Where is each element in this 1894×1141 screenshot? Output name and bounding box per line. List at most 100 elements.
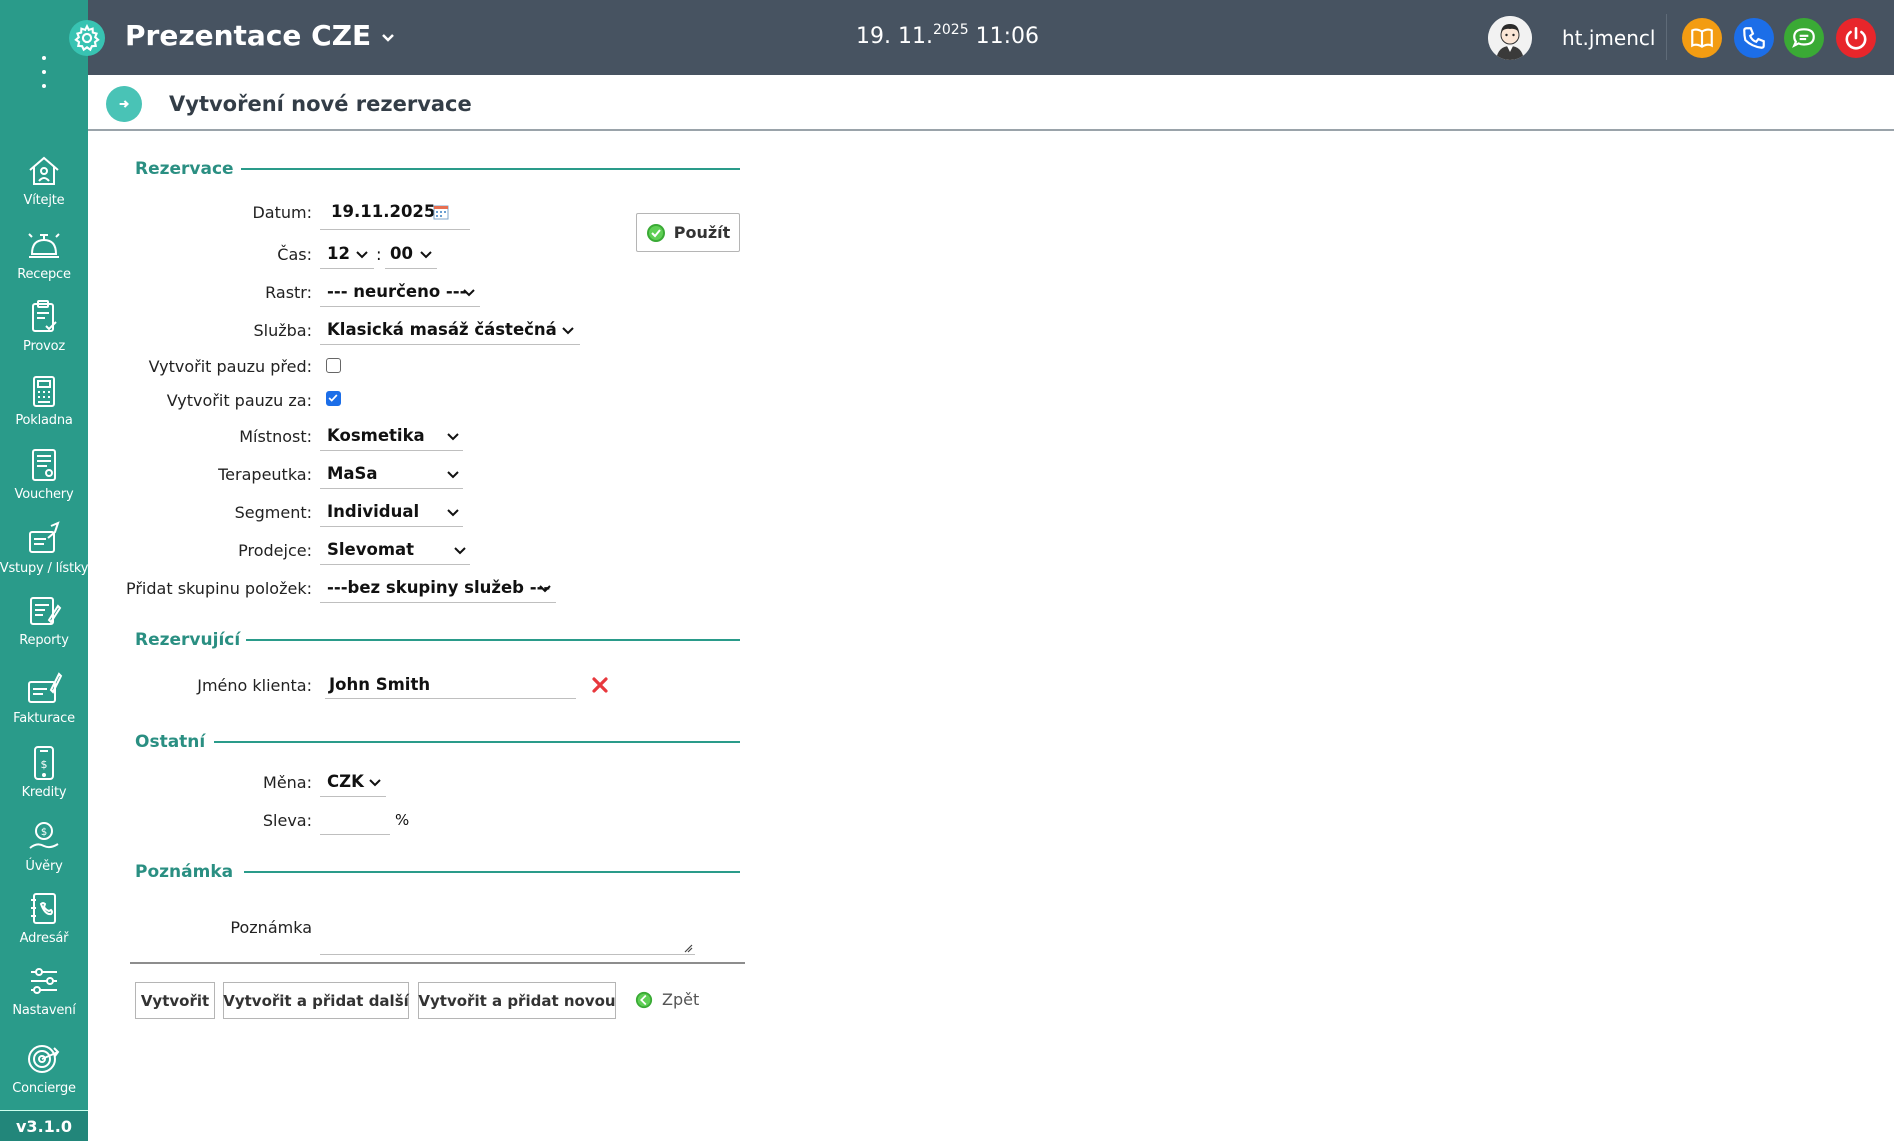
chevron-down-icon[interactable] bbox=[420, 251, 432, 259]
room-label: Místnost: bbox=[239, 427, 312, 446]
client-name-field[interactable]: John Smith bbox=[329, 675, 430, 694]
chevron-down-icon[interactable] bbox=[447, 509, 459, 517]
phone-button[interactable] bbox=[1734, 18, 1774, 58]
sliders-icon bbox=[31, 968, 57, 994]
segment-select[interactable]: Individual bbox=[327, 502, 419, 521]
chat-button[interactable] bbox=[1784, 18, 1824, 58]
avatar[interactable] bbox=[1488, 16, 1532, 60]
chevron-down-icon[interactable] bbox=[380, 30, 396, 46]
grid-select[interactable]: --- neurčeno --- bbox=[327, 282, 466, 301]
form-footer-divider bbox=[130, 962, 745, 964]
chevron-down-icon[interactable] bbox=[562, 327, 574, 335]
phone-icon bbox=[1743, 27, 1765, 49]
calendar-icon[interactable] bbox=[433, 204, 449, 220]
date-field[interactable]: 19.11.2025 bbox=[331, 202, 435, 221]
service-select[interactable]: Klasická masáž částečná bbox=[327, 320, 557, 339]
section-divider bbox=[214, 741, 740, 743]
sidebar-item-label: Provoz bbox=[23, 339, 65, 354]
therapist-label: Terapeutka: bbox=[218, 465, 312, 484]
collapse-button[interactable] bbox=[106, 86, 142, 122]
currency-select[interactable]: CZK bbox=[327, 772, 364, 791]
field-underline bbox=[320, 229, 470, 230]
minute-select[interactable]: 00 bbox=[390, 244, 413, 263]
hour-select[interactable]: 12 bbox=[327, 244, 350, 263]
sidebar-item-nastaveni[interactable]: Nastavení bbox=[0, 962, 88, 1032]
field-underline bbox=[320, 796, 386, 797]
back-link-label: Zpět bbox=[662, 990, 700, 1009]
logout-button[interactable] bbox=[1836, 18, 1876, 58]
pause-after-label: Vytvořit pauzu za: bbox=[166, 391, 312, 410]
chevron-down-icon[interactable] bbox=[447, 433, 459, 441]
time-separator: : bbox=[376, 245, 382, 264]
field-underline bbox=[325, 698, 576, 699]
service-label: Služba: bbox=[253, 321, 313, 340]
therapist-select[interactable]: MaSa bbox=[327, 464, 378, 483]
note-textarea[interactable] bbox=[322, 915, 695, 953]
field-underline bbox=[320, 526, 463, 527]
page-header: Vytvoření nové rezervace bbox=[88, 75, 1894, 131]
seller-label: Prodejce: bbox=[238, 541, 312, 560]
more-menu-icon[interactable] bbox=[35, 56, 53, 88]
sidebar-item-label: Reporty bbox=[19, 633, 69, 648]
sidebar-item-label: Úvěry bbox=[25, 859, 63, 874]
manual-button[interactable] bbox=[1682, 18, 1722, 58]
gear-icon bbox=[74, 24, 100, 52]
app-title: Prezentace CZE bbox=[125, 19, 372, 52]
concierge-target-icon bbox=[28, 1045, 60, 1073]
chevron-down-icon[interactable] bbox=[369, 779, 381, 787]
book-icon bbox=[1691, 28, 1713, 48]
discount-unit: % bbox=[395, 811, 410, 829]
chevron-down-icon[interactable] bbox=[539, 585, 551, 593]
chevron-down-icon[interactable] bbox=[447, 471, 459, 479]
sidebar-item-reporty[interactable]: Reporty bbox=[0, 592, 88, 662]
seller-select[interactable]: Slevomat bbox=[327, 540, 414, 559]
segment-label: Segment: bbox=[234, 503, 312, 522]
apply-button[interactable]: Použít bbox=[636, 213, 740, 252]
settings-logo[interactable] bbox=[69, 20, 105, 56]
field-underline bbox=[320, 488, 463, 489]
section-title-note: Poznámka bbox=[135, 862, 234, 882]
create-add-another-button[interactable]: Vytvořit a přidat další bbox=[223, 982, 409, 1019]
section-title-other: Ostatní bbox=[135, 732, 206, 752]
pause-after-checkbox[interactable] bbox=[326, 391, 341, 406]
create-button[interactable]: Vytvořit bbox=[135, 982, 215, 1019]
field-underline bbox=[385, 268, 437, 269]
section-divider bbox=[246, 639, 740, 641]
discount-label: Sleva: bbox=[262, 811, 312, 830]
sidebar-item-concierge[interactable]: Concierge bbox=[0, 1040, 88, 1110]
add-group-select[interactable]: ---bez skupiny služeb --- bbox=[327, 578, 550, 597]
back-link[interactable]: Zpět bbox=[635, 990, 699, 1009]
chevron-down-icon[interactable] bbox=[463, 289, 475, 297]
clear-client-icon[interactable] bbox=[592, 677, 608, 693]
client-name-label: Jméno klienta: bbox=[197, 676, 312, 695]
current-time: 11:06 bbox=[975, 24, 1040, 49]
field-underline bbox=[320, 564, 470, 565]
current-date: 19. 11. bbox=[856, 24, 933, 49]
home-icon bbox=[29, 156, 59, 185]
section-divider bbox=[241, 168, 740, 170]
resize-handle-icon[interactable] bbox=[683, 943, 693, 953]
username[interactable]: ht.jmencl bbox=[1562, 26, 1655, 50]
arrow-right-icon bbox=[119, 100, 129, 108]
pause-before-label: Vytvořit pauzu před: bbox=[148, 357, 312, 376]
note-label: Poznámka bbox=[230, 918, 312, 937]
sidebar-item-label: Concierge bbox=[12, 1081, 76, 1096]
check-circle-icon bbox=[646, 223, 665, 242]
field-underline bbox=[320, 268, 374, 269]
section-title-reservation: Rezervace bbox=[135, 159, 234, 179]
sidebar-item-label: Recepce bbox=[17, 267, 71, 282]
power-icon bbox=[1845, 26, 1867, 50]
field-underline bbox=[320, 450, 463, 451]
app-version: v3.1.0 bbox=[0, 1110, 88, 1141]
back-arrow-icon bbox=[635, 991, 653, 1008]
app-root: Vítejte Recepce Provoz Pokladna Vouchery… bbox=[0, 0, 1894, 1141]
sidebar: Vítejte Recepce Provoz Pokladna Vouchery… bbox=[0, 0, 88, 1141]
section-divider bbox=[244, 871, 740, 873]
pause-before-checkbox[interactable] bbox=[326, 358, 341, 373]
add-group-label: Přidat skupinu položek: bbox=[125, 579, 312, 598]
chevron-down-icon[interactable] bbox=[454, 547, 466, 555]
room-select[interactable]: Kosmetika bbox=[327, 426, 425, 445]
create-add-new-button[interactable]: Vytvořit a přidat novou bbox=[418, 982, 616, 1019]
chevron-down-icon[interactable] bbox=[356, 251, 368, 259]
apply-button-label: Použít bbox=[673, 223, 731, 242]
